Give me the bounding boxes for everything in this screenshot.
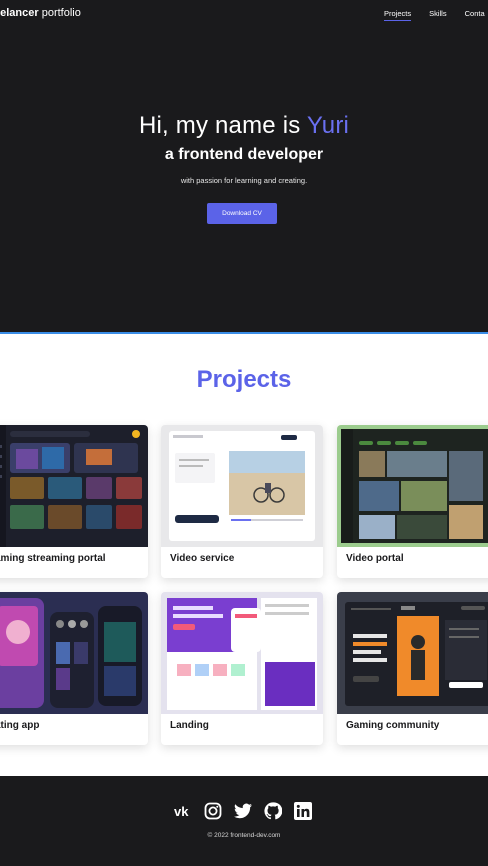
svg-text:vk: vk [174,805,189,817]
project-label: Video service [170,553,235,564]
project-card-video-service[interactable]: Video service [161,425,323,578]
project-label: aming streaming portal [0,553,106,564]
hero-tagline: with passion for learning and creating. [180,176,308,185]
hero-name: Yuri [306,112,350,139]
hero-section: Hi, my name is Yuri a frontend developer… [0,28,488,332]
footer: vk © 2022 frontend-dev.com [0,776,488,866]
github-icon[interactable] [262,800,283,821]
linkedin-icon[interactable] [292,800,313,821]
project-thumbnail [161,592,323,714]
nav-links: Projects Skills Conta [384,9,485,21]
hero-role: a frontend developer [164,146,324,163]
projects-section: Projects aming streaming portal Video se… [0,334,488,776]
project-card-gaming-community[interactable]: Gaming community [337,592,488,745]
top-nav: eelancer portfolio Projects Skills Conta [0,0,488,28]
project-card-landing[interactable]: Landing [161,592,323,745]
download-cv-button[interactable]: Download CV [207,203,277,224]
copyright: © 2022 frontend-dev.com [207,832,281,839]
project-label: Gaming community [346,720,440,731]
project-card-video-portal[interactable]: Video portal [337,425,488,578]
instagram-icon[interactable] [202,800,223,821]
project-card-gaming-streaming[interactable]: aming streaming portal [0,425,148,578]
project-thumbnail [337,592,488,714]
project-label: ating app [0,720,40,731]
nav-skills[interactable]: Skills [429,9,447,18]
hero-title: Hi, my name is Yuri [138,112,350,139]
project-thumbnail [0,425,148,547]
project-card-dating-app[interactable]: ating app [0,592,148,745]
nav-projects[interactable]: Projects [384,9,412,21]
project-label: Video portal [346,553,404,564]
social-links: vk [172,800,313,821]
project-label: Landing [170,720,209,731]
project-thumbnail [0,592,148,714]
logo[interactable]: eelancer portfolio [0,7,81,19]
vk-icon[interactable]: vk [172,800,193,821]
project-thumbnail [337,425,488,547]
nav-contacts[interactable]: Conta [465,9,485,18]
twitter-icon[interactable] [232,800,253,821]
projects-title: Projects [196,366,292,393]
project-thumbnail [161,425,323,547]
